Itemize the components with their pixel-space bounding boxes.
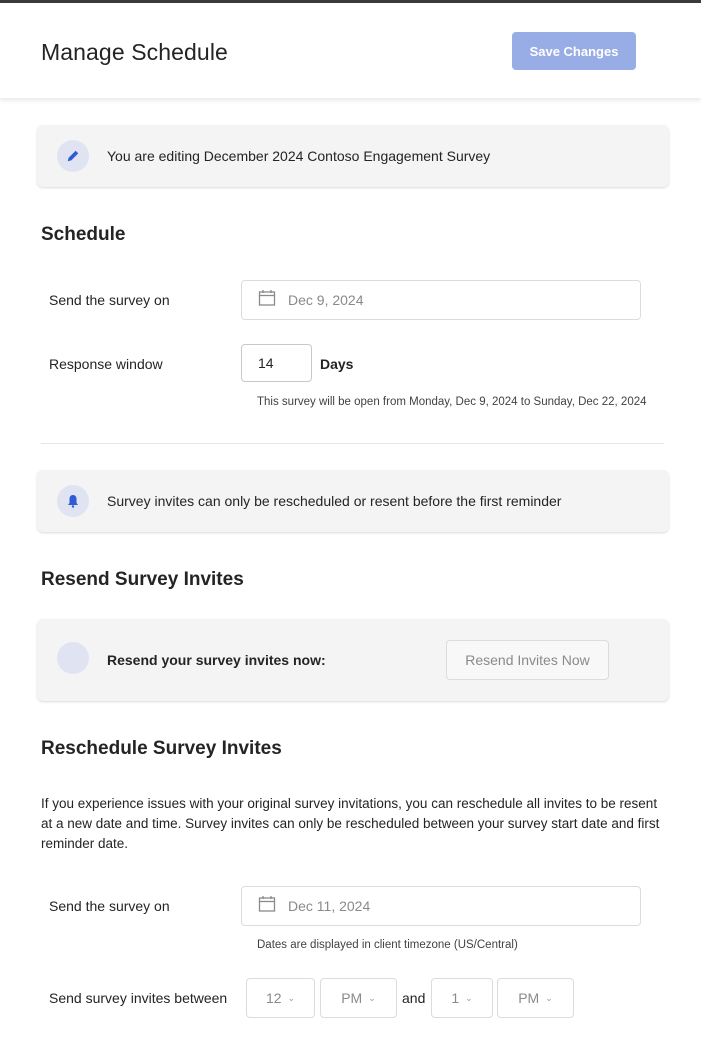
schedule-title: Schedule bbox=[41, 224, 126, 245]
reminder-banner: Survey invites can only be rescheduled o… bbox=[37, 470, 669, 532]
resend-icon bbox=[57, 642, 89, 674]
chevron-down-icon: ⌄ bbox=[465, 992, 473, 1003]
send-date-value: Dec 9, 2024 bbox=[288, 292, 364, 308]
reschedule-title: Reschedule Survey Invites bbox=[41, 738, 282, 759]
end-hour-value: 1 bbox=[451, 990, 460, 1006]
response-window-label: Response window bbox=[49, 356, 163, 372]
response-window-input[interactable]: 14 bbox=[241, 344, 312, 382]
reschedule-description: If you experience issues with your origi… bbox=[41, 796, 660, 851]
page-title: Manage Schedule bbox=[41, 39, 228, 65]
reschedule-send-label: Send the survey on bbox=[49, 898, 170, 914]
chevron-down-icon: ⌄ bbox=[368, 992, 376, 1003]
start-hour-select[interactable]: 12 ⌄ bbox=[246, 978, 315, 1018]
survey-open-hint: This survey will be open from Monday, De… bbox=[257, 396, 647, 408]
send-between-label: Send survey invites between bbox=[49, 990, 228, 1006]
send-survey-label: Send the survey on bbox=[49, 292, 170, 308]
page-header: Manage Schedule Save Changes bbox=[0, 3, 701, 99]
timezone-hint: Dates are displayed in client timezone (… bbox=[257, 939, 518, 951]
response-unit-label: Days bbox=[320, 356, 354, 372]
reschedule-date-picker[interactable]: Dec 11, 2024 bbox=[241, 886, 641, 926]
calendar-icon bbox=[258, 895, 276, 918]
send-date-picker[interactable]: Dec 9, 2024 bbox=[241, 280, 641, 320]
calendar-icon bbox=[258, 289, 276, 312]
resend-title: Resend Survey Invites bbox=[41, 569, 244, 590]
start-hour-value: 12 bbox=[265, 990, 282, 1006]
bell-icon bbox=[57, 485, 89, 517]
resend-invites-button[interactable]: Resend Invites Now bbox=[446, 640, 609, 680]
resend-prompt: Resend your survey invites now: bbox=[107, 652, 326, 668]
end-period-select[interactable]: PM ⌄ bbox=[497, 978, 574, 1018]
resend-card: Resend your survey invites now: Resend I… bbox=[37, 619, 669, 701]
end-period-value: PM bbox=[518, 990, 540, 1006]
editing-banner: You are editing December 2024 Contoso En… bbox=[37, 125, 669, 187]
end-hour-select[interactable]: 1 ⌄ bbox=[431, 978, 493, 1018]
start-period-value: PM bbox=[341, 990, 363, 1006]
chevron-down-icon: ⌄ bbox=[287, 992, 296, 1003]
save-changes-button[interactable]: Save Changes bbox=[512, 32, 636, 70]
reminder-banner-text: Survey invites can only be rescheduled o… bbox=[107, 493, 562, 509]
section-divider bbox=[41, 443, 664, 444]
chevron-down-icon: ⌄ bbox=[545, 992, 553, 1003]
editing-banner-text: You are editing December 2024 Contoso En… bbox=[107, 148, 491, 164]
pencil-icon bbox=[57, 140, 89, 172]
reschedule-date-value: Dec 11, 2024 bbox=[288, 898, 371, 914]
and-label: and bbox=[402, 990, 426, 1006]
start-period-select[interactable]: PM ⌄ bbox=[320, 978, 397, 1018]
